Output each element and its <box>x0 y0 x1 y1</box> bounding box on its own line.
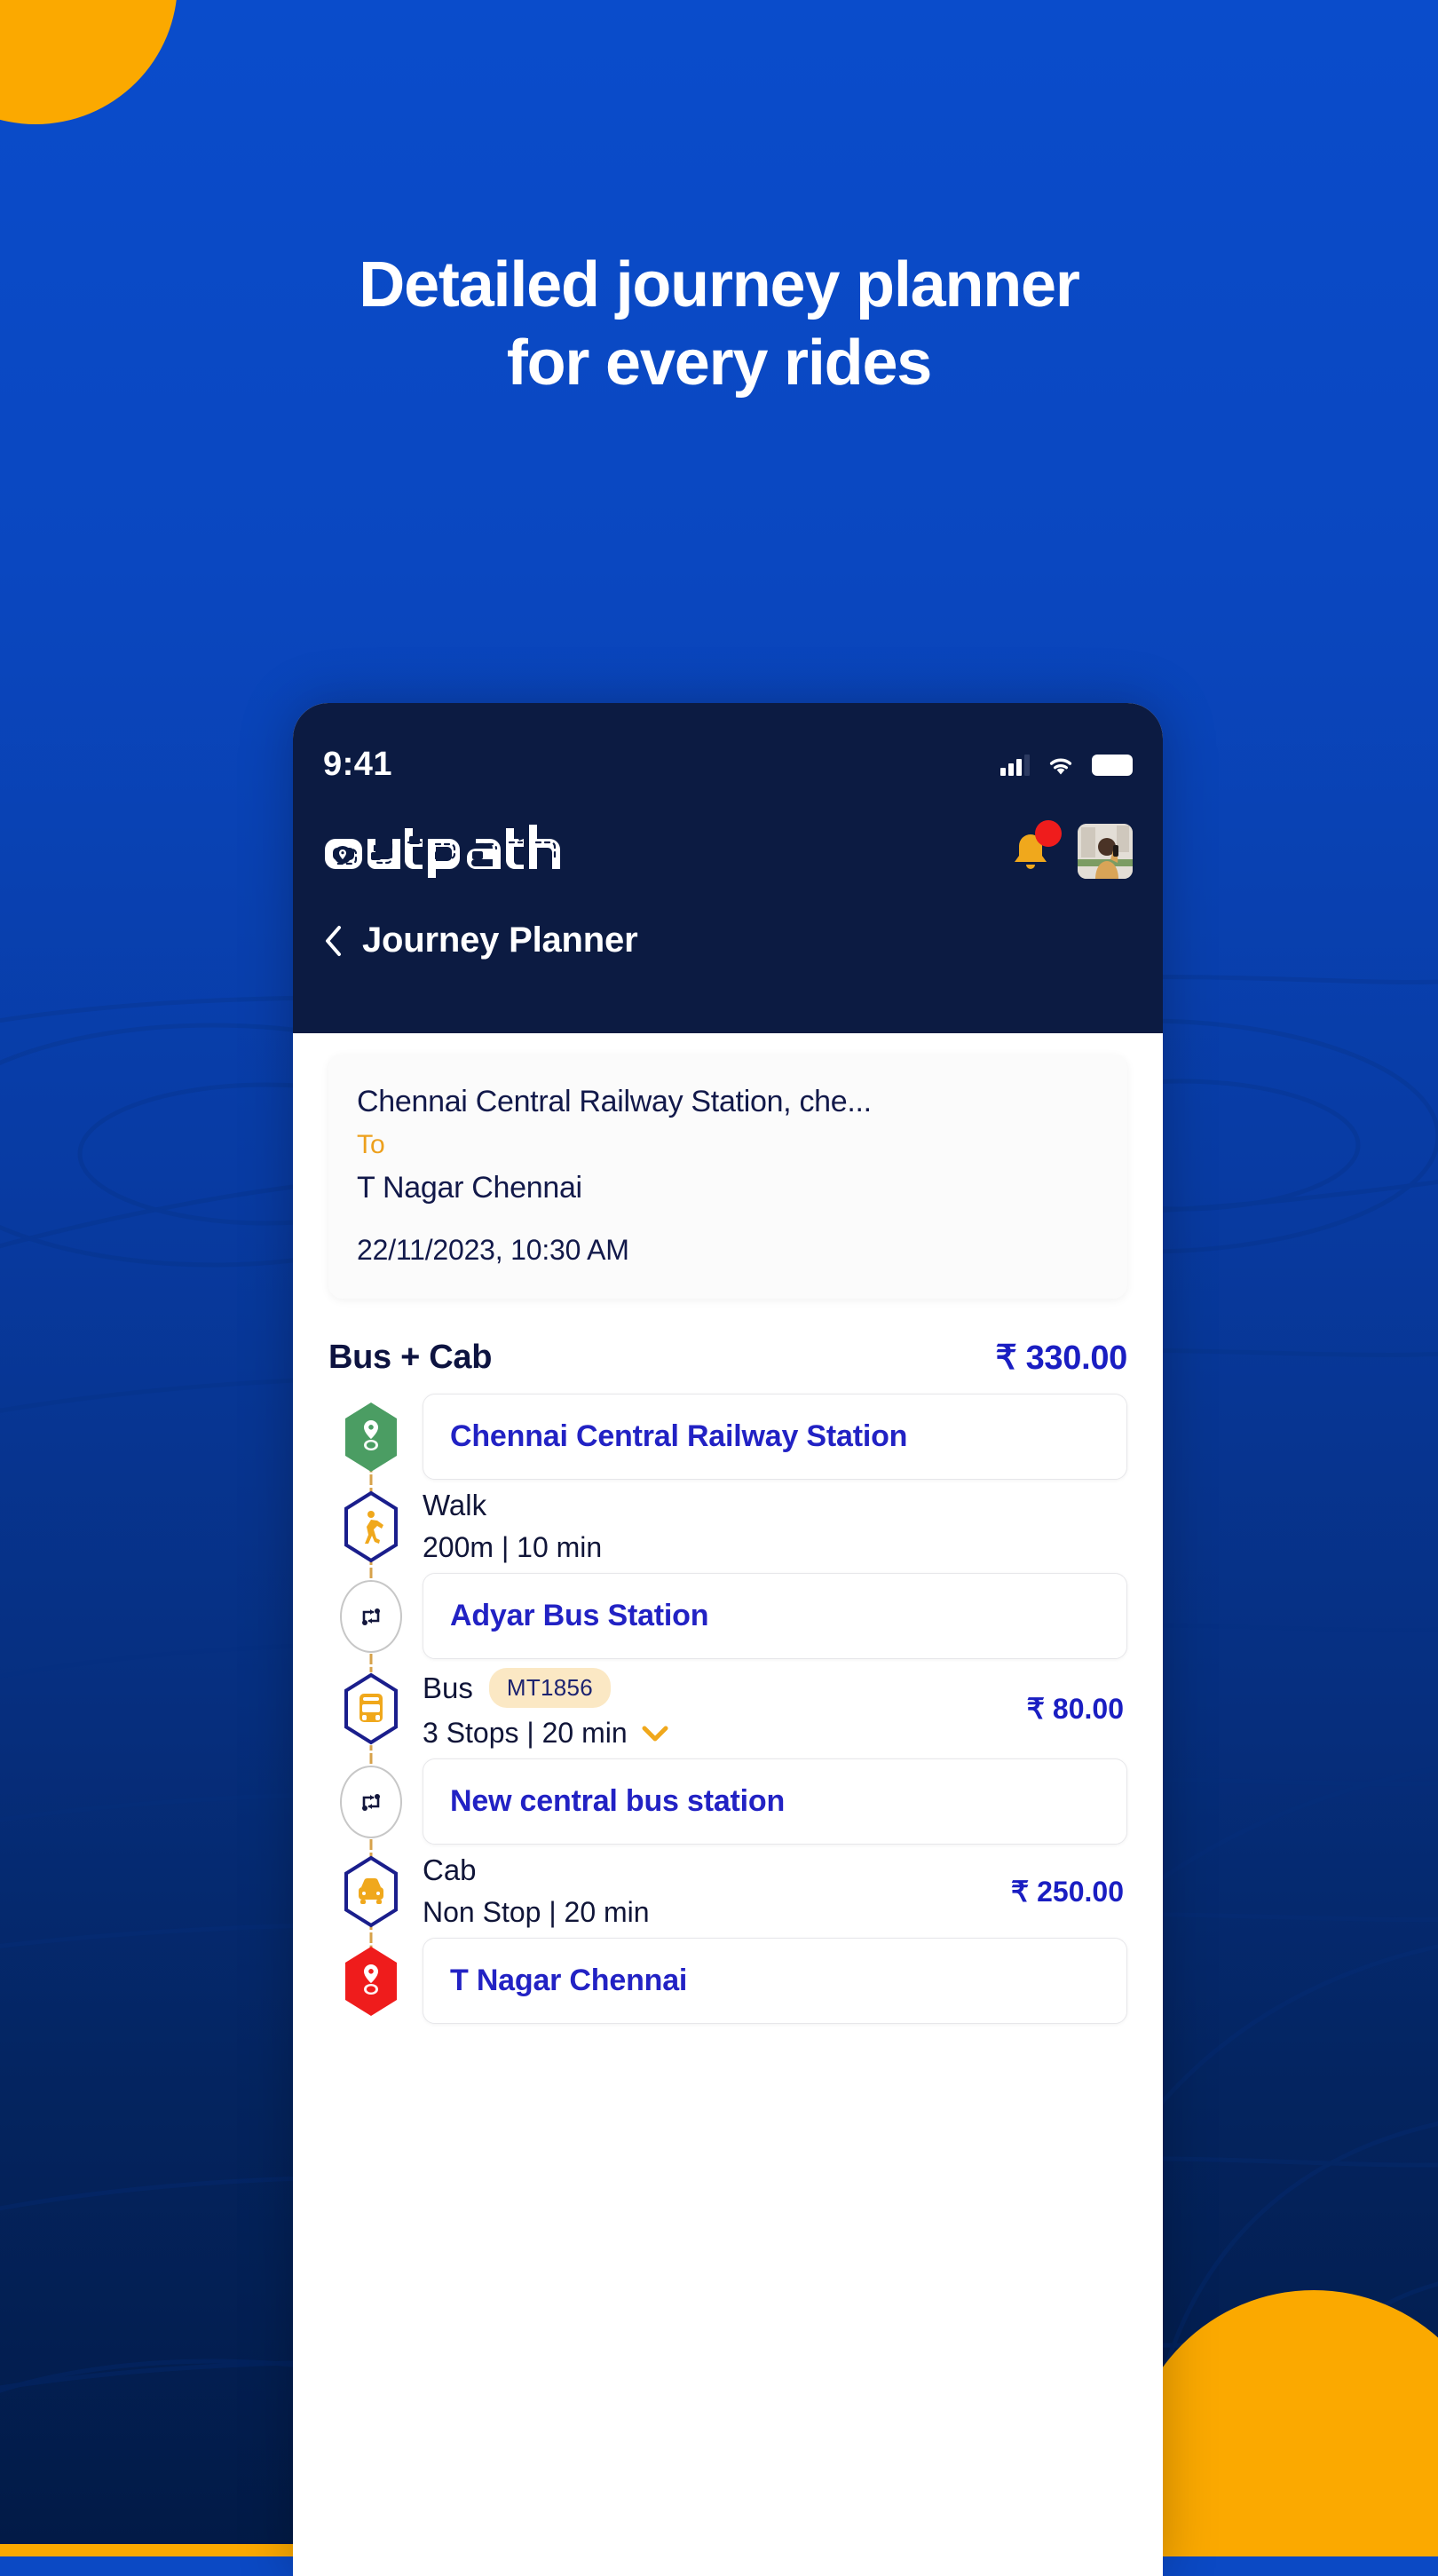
notifications-button[interactable] <box>1003 820 1062 879</box>
status-bar-icons <box>1000 754 1133 777</box>
walk-icon <box>340 1490 402 1563</box>
leg-duration: 200m | 10 min <box>423 1531 603 1563</box>
leg-title-row: Cab <box>423 1853 650 1887</box>
timeline-stop-row[interactable]: Adyar Bus Station <box>328 1573 1127 1659</box>
status-bar: 9:41 <box>323 703 1133 784</box>
timeline-gutter <box>328 1480 414 1573</box>
app-header: 9:41 Journey Planner <box>293 703 1163 1033</box>
trip-datetime: 22/11/2023, 10:30 AM <box>357 1234 629 1266</box>
trip-origin: Chennai Central Railway Station, che... <box>357 1085 872 1118</box>
timeline-gutter <box>328 1938 414 2024</box>
outpath-logo <box>323 823 616 880</box>
leg-info: Cab Non Stop | 20 min <box>423 1853 650 1929</box>
origin-pin-icon <box>340 1401 402 1474</box>
timeline-gutter <box>328 1845 414 1938</box>
leg-price: ₹ 80.00 <box>1026 1693 1124 1725</box>
leg-title-row: Bus MT1856 <box>423 1668 668 1708</box>
stop-name: New central bus station <box>423 1758 1127 1845</box>
mode-total-price: ₹ 330.00 <box>995 1339 1127 1377</box>
avatar[interactable] <box>1078 824 1133 879</box>
leg-sub-row: 3 Stops | 20 min <box>423 1717 668 1750</box>
journey-planner-body: Chennai Central Railway Station, che... … <box>293 1055 1163 2049</box>
cab-icon <box>340 1855 402 1928</box>
status-bar-time: 9:41 <box>323 746 393 783</box>
leg-price: ₹ 250.00 <box>1010 1875 1124 1908</box>
timeline-stop-row[interactable]: New central bus station <box>328 1758 1127 1845</box>
headline-line-1: Detailed journey planner <box>359 249 1080 320</box>
timeline-stop-row[interactable]: Chennai Central Railway Station <box>328 1394 1127 1480</box>
route-badge: MT1856 <box>488 1668 612 1708</box>
mode-summary-row: Bus + Cab ₹ 330.00 <box>328 1338 1127 1378</box>
trip-to-label: To <box>357 1130 385 1159</box>
bus-icon <box>340 1672 402 1745</box>
destination-pin-icon <box>340 1945 402 2018</box>
leg-sub-row: Non Stop | 20 min <box>423 1896 650 1929</box>
promo-headline: Detailed journey planner for every rides <box>0 247 1438 403</box>
leg-sub-row: 200m | 10 min <box>423 1531 602 1564</box>
user-avatar <box>1078 824 1133 879</box>
notification-badge <box>1035 820 1062 847</box>
timeline-gutter <box>328 1394 414 1480</box>
stop-name: Chennai Central Railway Station <box>423 1394 1127 1480</box>
leg-info: Walk 200m | 10 min <box>423 1489 602 1564</box>
timeline-leg-row[interactable]: Bus MT1856 3 Stops | 20 min ₹ 80.00 <box>328 1659 1127 1758</box>
timeline-gutter <box>328 1659 414 1758</box>
journey-timeline: Chennai Central Railway Station Walk 200… <box>328 1394 1127 2049</box>
mode-title: Bus + Cab <box>328 1339 493 1376</box>
brand-row <box>323 820 1133 880</box>
leg-details: Walk 200m | 10 min <box>423 1480 1127 1573</box>
page-title: Journey Planner <box>362 921 638 960</box>
timeline-leg-row[interactable]: Walk 200m | 10 min <box>328 1480 1127 1573</box>
timeline-gutter <box>328 1573 414 1659</box>
leg-duration: 3 Stops | 20 min <box>423 1717 628 1749</box>
stop-name: T Nagar Chennai <box>423 1938 1127 2024</box>
leg-mode: Cab <box>423 1853 477 1886</box>
timeline-leg-row[interactable]: Cab Non Stop | 20 min ₹ 250.00 <box>328 1845 1127 1938</box>
timeline-bottom-spacer <box>328 2024 1127 2049</box>
timeline-stop-row[interactable]: T Nagar Chennai <box>328 1938 1127 2024</box>
leg-mode: Bus <box>423 1671 473 1704</box>
back-button[interactable] <box>323 925 343 957</box>
timeline-gutter <box>328 1758 414 1845</box>
leg-mode: Walk <box>423 1489 487 1521</box>
leg-duration: Non Stop | 20 min <box>423 1896 650 1928</box>
battery-icon <box>1092 754 1133 776</box>
leg-details: Bus MT1856 3 Stops | 20 min ₹ 80.00 <box>423 1659 1127 1758</box>
trip-destination: T Nagar Chennai <box>357 1171 582 1205</box>
page-title-row: Journey Planner <box>323 921 1133 960</box>
leg-info: Bus MT1856 3 Stops | 20 min <box>423 1668 668 1750</box>
trip-summary-card[interactable]: Chennai Central Railway Station, che... … <box>328 1055 1127 1299</box>
headline-line-2: for every rides <box>506 327 932 399</box>
wifi-icon <box>1046 754 1076 777</box>
phone-mockup: 9:41 Journey Planner Chennai Central Rai… <box>293 703 1163 2576</box>
leg-title-row: Walk <box>423 1489 602 1522</box>
leg-details: Cab Non Stop | 20 min ₹ 250.00 <box>423 1845 1127 1938</box>
stop-name: Adyar Bus Station <box>423 1573 1127 1659</box>
transfer-icon <box>340 1765 402 1838</box>
header-actions <box>1003 820 1133 879</box>
chevron-left-icon <box>326 925 341 956</box>
cellular-signal-icon <box>1000 754 1030 776</box>
expand-stops-button[interactable] <box>642 1725 668 1742</box>
transfer-icon <box>340 1579 402 1653</box>
